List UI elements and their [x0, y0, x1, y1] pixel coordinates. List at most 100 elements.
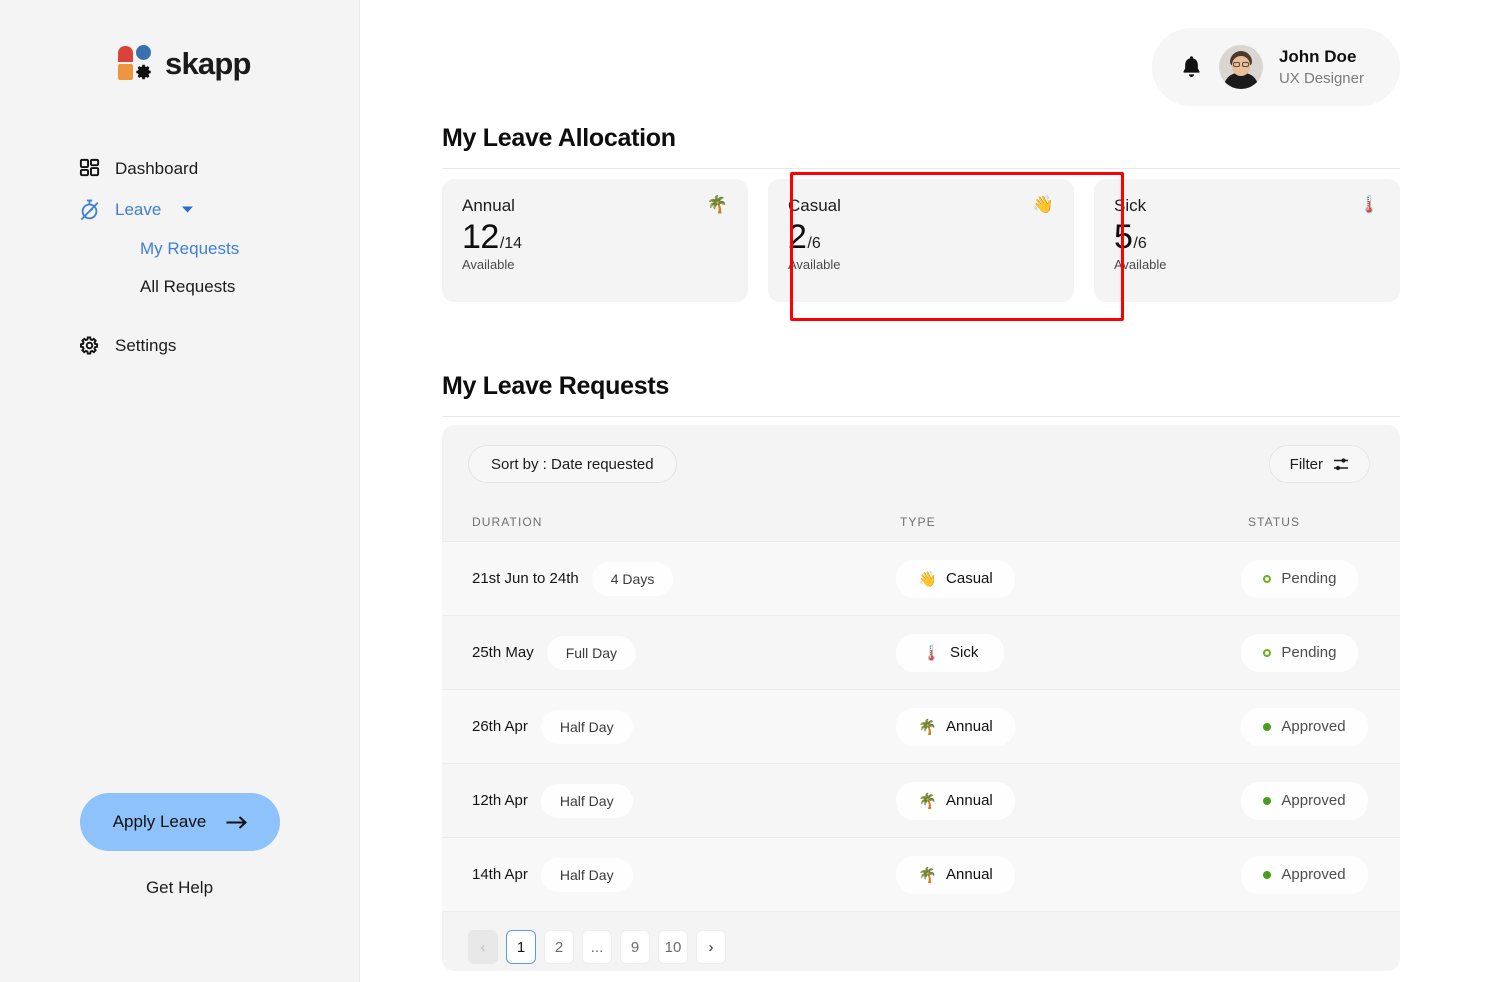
status-badge: Approved: [1241, 782, 1367, 820]
cell-type: 🌴 Annual: [896, 856, 1241, 894]
status-dot-icon: [1263, 575, 1271, 583]
status-label: Pending: [1281, 644, 1336, 661]
status-badge: Pending: [1241, 560, 1358, 598]
card-value: 5 /6: [1114, 220, 1380, 254]
card-header: Casual 👋: [788, 196, 1054, 216]
avatar-glasses-right: [1242, 62, 1249, 67]
user-name: John Doe: [1279, 46, 1364, 69]
sidebar-item-my-requests[interactable]: My Requests: [0, 230, 359, 268]
cell-duration: 25th May Full Day: [472, 636, 896, 670]
table-row[interactable]: 21st Jun to 24th 4 Days 👋 Casual Pending: [442, 541, 1400, 615]
chevron-down-icon[interactable]: [181, 205, 194, 214]
card-total-count: /6: [1133, 235, 1146, 253]
card-header: Annual 🌴: [462, 196, 728, 216]
sidebar: skapp Dashboard: [0, 0, 360, 982]
table-header-row: DURATION TYPE STATUS: [442, 503, 1400, 541]
row-length-badge: Half Day: [541, 858, 633, 892]
get-help-link[interactable]: Get Help: [0, 878, 359, 898]
card-title: Casual: [788, 196, 841, 216]
status-dot-icon: [1263, 723, 1271, 731]
gear-icon: [78, 334, 101, 357]
pagination-page-9[interactable]: 9: [620, 930, 650, 964]
sidebar-item-settings[interactable]: Settings: [0, 325, 359, 366]
sidebar-item-leave[interactable]: Leave: [0, 189, 359, 230]
pagination-page-2[interactable]: 2: [544, 930, 574, 964]
cell-duration: 14th Apr Half Day: [472, 858, 896, 892]
cell-status: Approved: [1241, 856, 1400, 894]
allocation-card-annual[interactable]: Annual 🌴 12 /14 Available: [442, 179, 748, 302]
row-type-badge: 🌴 Annual: [896, 708, 1014, 746]
logo-gear-icon: [135, 63, 153, 81]
cell-status: Approved: [1241, 782, 1400, 820]
status-badge: Pending: [1241, 634, 1358, 672]
cell-duration: 21st Jun to 24th 4 Days: [472, 562, 896, 596]
column-header-status: STATUS: [1248, 515, 1398, 529]
avatar: [1219, 45, 1263, 89]
pagination-page-10[interactable]: 10: [658, 930, 688, 964]
requests-divider: [442, 416, 1400, 417]
table-row[interactable]: 25th May Full Day 🌡️ Sick Pending: [442, 615, 1400, 689]
main-content: John Doe UX Designer My Leave Allocation…: [360, 0, 1512, 982]
timer-off-icon: [78, 198, 101, 221]
cell-type: 🌴 Annual: [896, 782, 1241, 820]
logo-blue-circle: [136, 45, 151, 60]
allocation-card-sick[interactable]: Sick 🌡️ 5 /6 Available: [1094, 179, 1400, 302]
card-header: Sick 🌡️: [1114, 196, 1380, 216]
pagination-ellipsis[interactable]: ...: [582, 930, 612, 964]
status-badge: Approved: [1241, 708, 1367, 746]
bell-icon[interactable]: [1180, 55, 1203, 80]
requests-section-title: My Leave Requests: [442, 372, 669, 401]
table-row[interactable]: 12th Apr Half Day 🌴 Annual Approved: [442, 763, 1400, 837]
cell-type: 🌡️ Sick: [896, 634, 1241, 672]
user-profile-bar[interactable]: John Doe UX Designer: [1152, 28, 1400, 106]
sidebar-item-all-requests[interactable]: All Requests: [0, 268, 359, 306]
status-dot-icon: [1263, 871, 1271, 879]
card-total-count: /14: [500, 235, 522, 253]
sort-by-dropdown[interactable]: Sort by : Date requested: [468, 445, 677, 483]
user-role: UX Designer: [1279, 69, 1364, 89]
allocation-card-casual[interactable]: Casual 👋 2 /6 Available: [768, 179, 1074, 302]
row-type-badge: 🌴 Annual: [896, 856, 1014, 894]
thermometer-emoji: 🌡️: [1359, 196, 1380, 213]
sidebar-item-settings-label: Settings: [115, 336, 176, 356]
filter-button[interactable]: Filter: [1269, 445, 1370, 483]
type-label: Casual: [946, 570, 993, 587]
pagination-next-button[interactable]: ›: [696, 930, 726, 964]
status-label: Approved: [1281, 866, 1345, 883]
arrow-right-icon: [226, 815, 247, 830]
type-emoji: 🌴: [918, 866, 937, 884]
palm-tree-emoji: 🌴: [707, 196, 728, 213]
sidebar-nav: Dashboard Leave My Requests All Requests: [0, 148, 359, 366]
type-label: Annual: [946, 792, 993, 809]
status-label: Approved: [1281, 792, 1345, 809]
row-type-badge: 🌡️ Sick: [896, 634, 1004, 672]
type-label: Annual: [946, 718, 993, 735]
app-logo[interactable]: skapp: [118, 44, 251, 82]
cell-status: Pending: [1241, 560, 1400, 598]
apply-leave-button[interactable]: Apply Leave: [80, 793, 280, 851]
row-type-badge: 👋 Casual: [896, 560, 1014, 598]
sidebar-item-dashboard[interactable]: Dashboard: [0, 148, 359, 189]
sidebar-item-dashboard-label: Dashboard: [115, 159, 198, 179]
pagination-prev-button[interactable]: ‹: [468, 930, 498, 964]
status-dot-icon: [1263, 649, 1271, 657]
row-type-badge: 🌴 Annual: [896, 782, 1014, 820]
table-row[interactable]: 14th Apr Half Day 🌴 Annual Approved: [442, 837, 1400, 911]
row-date: 25th May: [472, 644, 534, 661]
apply-leave-label: Apply Leave: [113, 812, 207, 832]
table-row[interactable]: 26th Apr Half Day 🌴 Annual Approved: [442, 689, 1400, 763]
row-date: 12th Apr: [472, 792, 528, 809]
logo-orange-shape: [118, 64, 133, 80]
waving-hand-emoji: 👋: [1033, 196, 1054, 213]
pagination-page-1[interactable]: 1: [506, 930, 536, 964]
cell-duration: 12th Apr Half Day: [472, 784, 896, 818]
column-header-type: TYPE: [900, 515, 1248, 529]
card-available-count: 12: [462, 220, 499, 254]
sliders-icon: [1333, 457, 1349, 472]
cell-type: 👋 Casual: [896, 560, 1241, 598]
status-label: Pending: [1281, 570, 1336, 587]
sidebar-item-leave-label: Leave: [115, 200, 161, 220]
cell-duration: 26th Apr Half Day: [472, 710, 896, 744]
filter-label: Filter: [1290, 456, 1323, 473]
status-label: Approved: [1281, 718, 1345, 735]
